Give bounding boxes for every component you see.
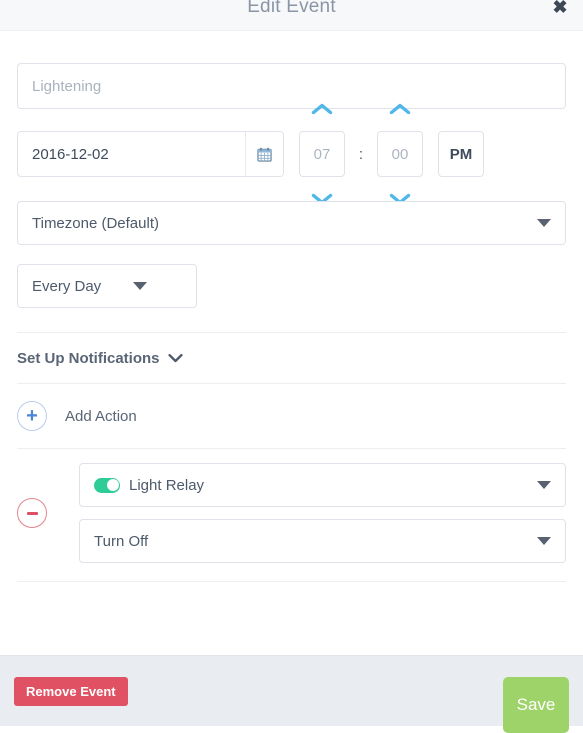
action-fields: Light Relay Turn Off	[79, 463, 566, 563]
time-separator: :	[358, 145, 364, 163]
action-command-value: Turn Off	[94, 532, 149, 550]
date-time-row: 07 : 00	[17, 103, 566, 205]
action-row: Light Relay Turn Off	[17, 449, 566, 573]
repeat-row: Every Day	[17, 264, 566, 308]
toggle-knob	[106, 479, 119, 491]
action-command-select[interactable]: Turn Off	[79, 519, 566, 563]
meridiem-toggle[interactable]: PM	[438, 131, 484, 177]
edit-event-modal: Edit Event ✖ Lightening 2016-12-02 07: …	[0, 0, 583, 733]
modal-header: Edit Event ✖	[0, 0, 583, 31]
repeat-select[interactable]: Every Day	[17, 264, 197, 308]
setup-notifications-label: Set Up Notifications	[17, 349, 160, 367]
add-action-label: Add Action	[65, 407, 137, 425]
plus-circle-icon: +	[17, 401, 47, 431]
caret-down-icon	[537, 537, 551, 545]
save-button[interactable]: Save	[503, 677, 569, 733]
date-input[interactable]	[18, 132, 245, 176]
event-name-input[interactable]	[17, 63, 566, 109]
device-power-toggle[interactable]	[94, 477, 120, 493]
setup-notifications-toggle[interactable]: Set Up Notifications	[17, 333, 566, 383]
minute-increment-chevron-up-icon[interactable]	[389, 103, 411, 115]
timezone-select[interactable]: Timezone (Default)	[17, 201, 566, 245]
action-device-select[interactable]: Light Relay	[79, 463, 566, 507]
repeat-selected-value: Every Day	[32, 277, 102, 295]
minute-value[interactable]: 00	[377, 131, 423, 177]
timezone-row: Timezone (Default)	[17, 201, 566, 245]
minus-circle-icon	[26, 511, 38, 515]
caret-down-icon	[133, 282, 148, 290]
modal-footer: Remove Event Save	[0, 655, 583, 733]
calendar-icon[interactable]	[245, 132, 283, 176]
divider	[17, 581, 566, 582]
page-title: Edit Event	[247, 0, 336, 17]
add-action-button[interactable]: + Add Action	[17, 384, 566, 448]
date-field-group	[17, 131, 284, 177]
caret-down-icon	[537, 481, 551, 489]
minute-stepper: 00	[377, 103, 423, 205]
close-icon[interactable]: ✖	[549, 0, 571, 18]
hour-stepper: 07	[299, 103, 345, 205]
caret-down-icon	[537, 219, 551, 227]
remove-action-button[interactable]	[17, 498, 47, 528]
timezone-selected-value: Timezone (Default)	[32, 214, 159, 232]
hour-value[interactable]: 07	[299, 131, 345, 177]
hour-increment-chevron-up-icon[interactable]	[311, 103, 333, 115]
remove-event-button[interactable]: Remove Event	[14, 676, 128, 706]
chevron-down-icon	[167, 353, 183, 363]
modal-body: 07 : 00	[0, 31, 583, 655]
action-device-value: Light Relay	[129, 476, 205, 494]
plus-glyph: +	[26, 405, 38, 427]
event-name-row	[17, 31, 566, 109]
